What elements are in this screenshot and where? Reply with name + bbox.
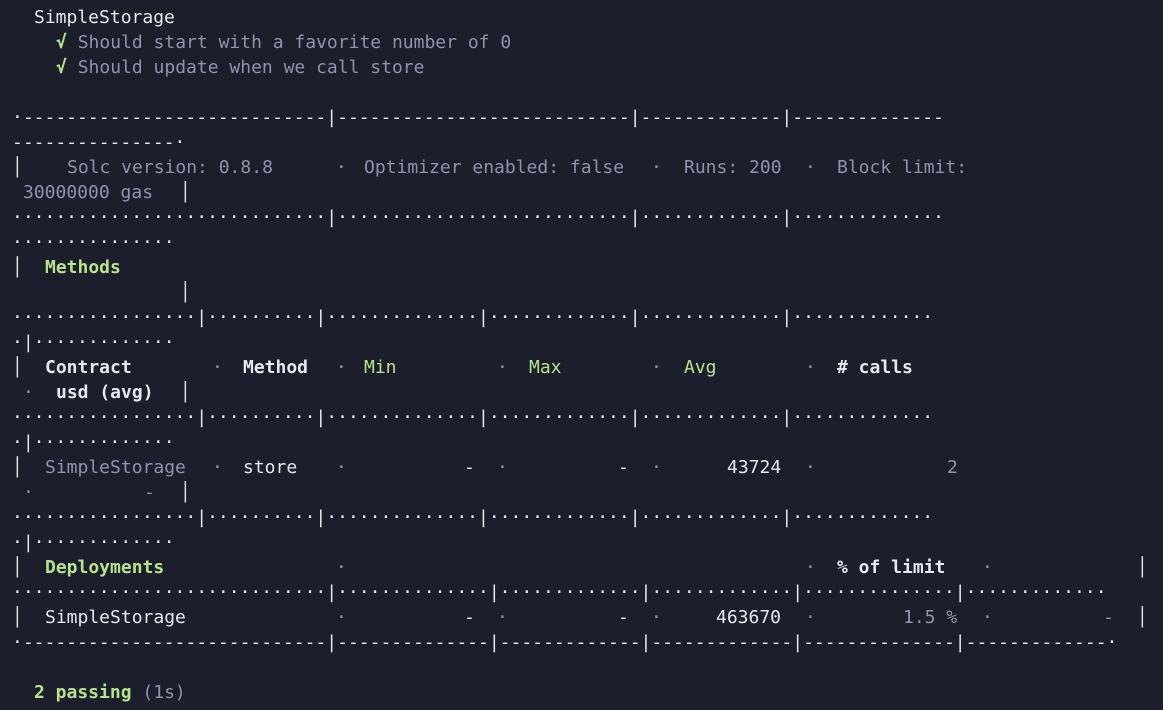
separator-dot: · [651, 607, 662, 628]
row-usd: - [144, 482, 155, 503]
deploy-max: - [618, 607, 629, 628]
table-border-bottom: ·----------------------------|----------… [12, 632, 1118, 653]
column-usd: usd (avg) [56, 382, 154, 403]
border-pipe: │ [12, 157, 23, 178]
table-separator-wrap: ·|············· [12, 432, 175, 453]
separator-dot: · [982, 607, 993, 628]
separator-dot: · [651, 357, 662, 378]
border-pipe: │ [12, 357, 23, 378]
row-avg: 43724 [727, 457, 782, 478]
border-pipe: │ [12, 557, 23, 578]
separator-dot: · [497, 357, 508, 378]
test-summary: 2 passing (1s) [34, 680, 186, 705]
column-avg: Avg [684, 357, 717, 378]
separator-dot: · [23, 482, 34, 503]
check-icon: √ [56, 57, 67, 78]
border-pipe: │ [12, 607, 23, 628]
deploy-pct: 1.5 % [903, 607, 958, 628]
test-result-2: √ Should update when we call store [56, 55, 424, 80]
border-pipe: │ [180, 382, 191, 403]
block-limit-gas: 30000000 gas [23, 182, 154, 203]
separator-dot: · [805, 357, 816, 378]
deploy-contract: SimpleStorage [45, 607, 186, 628]
deploy-usd: - [1103, 607, 1114, 628]
separator-dot: · [497, 457, 508, 478]
separator-dot: · [336, 607, 347, 628]
table-separator-wrap: ·|············· [12, 532, 175, 553]
separator-dot: · [336, 557, 347, 578]
passing-count: 2 passing [34, 682, 132, 703]
separator-dot: · [651, 457, 662, 478]
deploy-avg: 463670 [716, 607, 782, 628]
border-pipe: │ [180, 282, 191, 303]
border-pipe: │ [1137, 607, 1148, 628]
table-border-top: ·----------------------------|----------… [12, 107, 944, 128]
test-result-1: √ Should start with a favorite number of… [56, 30, 511, 55]
border-pipe: │ [12, 457, 23, 478]
table-separator-wrap: ·|············· [12, 332, 175, 353]
separator-dot: · [212, 457, 223, 478]
column-method: Method [243, 357, 309, 378]
row-contract: SimpleStorage [45, 457, 186, 478]
separator-dot: · [336, 157, 347, 178]
row-min: - [464, 457, 475, 478]
separator-dot: · [805, 557, 816, 578]
block-limit-label: Block limit: [837, 157, 968, 178]
row-method: store [243, 457, 298, 478]
test-name: Should start with a favorite number of 0 [77, 32, 512, 53]
table-separator: ·····························|··········… [12, 582, 1107, 603]
column-calls: # calls [837, 357, 913, 378]
optimizer-status: Optimizer enabled: false [364, 157, 625, 178]
column-max: Max [529, 357, 562, 378]
separator-dot: · [651, 157, 662, 178]
column-min: Min [364, 357, 397, 378]
deployments-title: Deployments [45, 557, 165, 578]
table-separator: ·················|··········|···········… [12, 407, 934, 428]
solc-version: Solc version: 0.8.8 [67, 157, 273, 178]
table-separator: ·····························|··········… [12, 207, 944, 228]
border-pipe: │ [12, 257, 23, 278]
separator-dot: · [336, 457, 347, 478]
column-contract: Contract [45, 357, 132, 378]
separator-dot: · [336, 357, 347, 378]
separator-dot: · [982, 557, 993, 578]
table-separator: ·················|··········|···········… [12, 307, 934, 328]
separator-dot: · [805, 607, 816, 628]
test-name: Should update when we call store [77, 57, 425, 78]
border-pipe: │ [180, 482, 191, 503]
duration: (1s) [142, 682, 186, 703]
table-separator: ·················|··········|···········… [12, 507, 934, 528]
separator-dot: · [805, 457, 816, 478]
row-calls: 2 [947, 457, 958, 478]
suite-title: SimpleStorage [34, 7, 175, 28]
separator-dot: · [805, 157, 816, 178]
separator-dot: · [212, 357, 223, 378]
table-border-top-wrap: ---------------· [12, 132, 186, 153]
check-icon: √ [56, 32, 67, 53]
runs: Runs: 200 [684, 157, 782, 178]
deploy-min: - [464, 607, 475, 628]
border-pipe: │ [1137, 557, 1148, 578]
terminal-output: SimpleStorage √ Should start with a favo… [0, 0, 1163, 710]
separator-dot: · [23, 382, 34, 403]
column-pct-of-limit: % of limit [837, 557, 946, 578]
separator-dot: · [497, 607, 508, 628]
table-separator-wrap: ··············· [12, 232, 175, 253]
methods-title: Methods [45, 257, 121, 278]
row-max: - [618, 457, 629, 478]
border-pipe: │ [180, 182, 191, 203]
